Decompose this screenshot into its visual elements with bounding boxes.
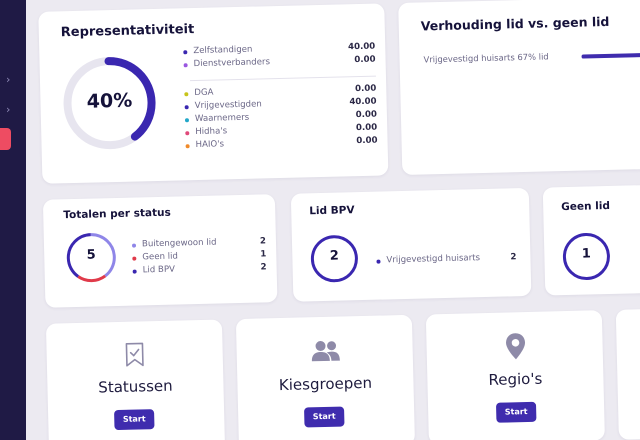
legend-value: 0.00 — [354, 83, 377, 95]
geen-lid-total: 1 — [581, 246, 592, 262]
legend-label: Dienstverbanders — [193, 57, 271, 70]
chevron-right-icon[interactable]: › — [6, 74, 10, 86]
legend-label: Zelfstandigen — [193, 44, 253, 57]
legend-label: Vrijgevestigden — [194, 99, 262, 112]
dashboard-content: Representativiteit 40% Zelfstandigen 40.0… — [32, 0, 640, 440]
legend-dot-icon — [184, 92, 189, 97]
legend-dot-icon — [185, 131, 190, 136]
tile-partial[interactable] — [615, 306, 640, 440]
legend-value: 40.00 — [347, 41, 376, 53]
legend-divider — [190, 75, 376, 82]
legend-value: 1 — [260, 249, 267, 260]
users-icon — [310, 339, 341, 368]
legend-item: Vrijgevestigd huisarts 2 — [376, 252, 517, 268]
representativiteit-card: Representativiteit 40% Zelfstandigen 40.0… — [38, 3, 389, 184]
start-button[interactable]: Start — [114, 409, 155, 431]
totalen-card: Totalen per status 5 Buitengewoon lid 2 Ge… — [42, 194, 278, 308]
legend-dot-icon — [184, 105, 189, 110]
legend-value: 40.00 — [349, 96, 377, 108]
legend-value: 0.00 — [355, 109, 378, 121]
totalen-legend: Buitengewoon lid 2 Geen lid 1 Lid BPV 2 — [131, 236, 267, 283]
start-button[interactable]: Start — [495, 401, 537, 423]
legend-value: 0.00 — [354, 54, 376, 66]
tile-label: Regio's — [488, 369, 543, 389]
legend-dot-icon — [132, 256, 137, 261]
verhouding-bar-track — [581, 52, 640, 59]
tile-label: Statussen — [98, 376, 173, 397]
legend-label: Waarnemers — [194, 112, 250, 125]
lid-bpv-donut: 2 — [308, 232, 361, 285]
geen-lid-title: Geen lid — [561, 199, 611, 214]
map-pin-icon — [504, 332, 527, 365]
bookmark-check-icon — [122, 341, 147, 372]
verhouding-title: Verhouding lid vs. geen lid — [420, 13, 610, 34]
representativiteit-title: Representativiteit — [60, 22, 195, 41]
lid-bpv-title: Lid BPV — [309, 204, 355, 218]
legend-value: 2 — [260, 262, 267, 273]
verhouding-line-label: Vrijgevestigd huisarts 67% lid — [423, 51, 549, 65]
legend-dot-icon — [183, 50, 188, 55]
lid-bpv-card: Lid BPV 2 Vrijgevestigd huisarts 2 — [290, 187, 532, 302]
legend-label: Lid BPV — [142, 264, 176, 276]
verhouding-bar-fill — [581, 52, 640, 59]
legend-dot-icon — [185, 144, 190, 149]
legend-item: Lid BPV 2 — [132, 262, 267, 278]
totalen-title: Totalen per status — [63, 206, 171, 222]
start-button[interactable]: Start — [304, 406, 345, 428]
representativiteit-percent: 40% — [86, 89, 133, 113]
legend-label: DGA — [194, 87, 214, 99]
legend-dot-icon — [184, 118, 190, 123]
legend-value: 2 — [259, 236, 267, 247]
sidebar: › › — [0, 0, 26, 440]
dashboard: › › Representativiteit 40% Zelfstandigen… — [0, 0, 640, 440]
representativiteit-legend-bottom: DGA 0.00 Vrijgevestigden 40.00 Waarnemers 0.0… — [184, 84, 378, 159]
tile-regios[interactable]: Regio's Start — [425, 310, 605, 440]
legend-dot-icon — [131, 243, 137, 248]
legend-dot-icon — [132, 269, 137, 274]
legend-label: Buitengewoon lid — [141, 237, 217, 250]
totalen-total: 5 — [86, 247, 96, 263]
legend-value: 0.00 — [356, 135, 378, 147]
legend-value: 2 — [510, 252, 517, 263]
sidebar-active-item[interactable] — [0, 128, 11, 150]
totalen-donut: 5 — [64, 230, 119, 285]
lid-bpv-legend: Vrijgevestigd huisarts 2 — [376, 252, 517, 269]
legend-label: Geen lid — [142, 251, 179, 263]
tile-label: Kiesgroepen — [278, 373, 373, 395]
chevron-right-icon[interactable]: › — [6, 104, 10, 116]
geen-lid-card: Geen lid 1 — [542, 183, 640, 296]
geen-lid-donut: 1 — [560, 230, 613, 283]
legend-label: HAIO's — [195, 139, 225, 151]
lid-bpv-total: 2 — [329, 248, 340, 264]
legend-dot-icon — [376, 259, 381, 264]
tile-kiesgroepen[interactable]: Kiesgroepen Start — [235, 314, 415, 440]
legend-label: Hidha's — [195, 126, 228, 138]
legend-dot-icon — [183, 63, 188, 68]
legend-label: Vrijgevestigd huisarts — [386, 253, 481, 266]
representativiteit-donut: 40% — [59, 53, 159, 153]
verhouding-card: Verhouding lid vs. geen lid Vrijgevestig… — [398, 0, 640, 176]
tile-statussen[interactable]: Statussen Start — [45, 319, 226, 440]
representativiteit-legend-top: Zelfstandigen 40.00 Dienstverbanders 0.00 — [183, 42, 376, 77]
legend-value: 0.00 — [355, 122, 378, 134]
